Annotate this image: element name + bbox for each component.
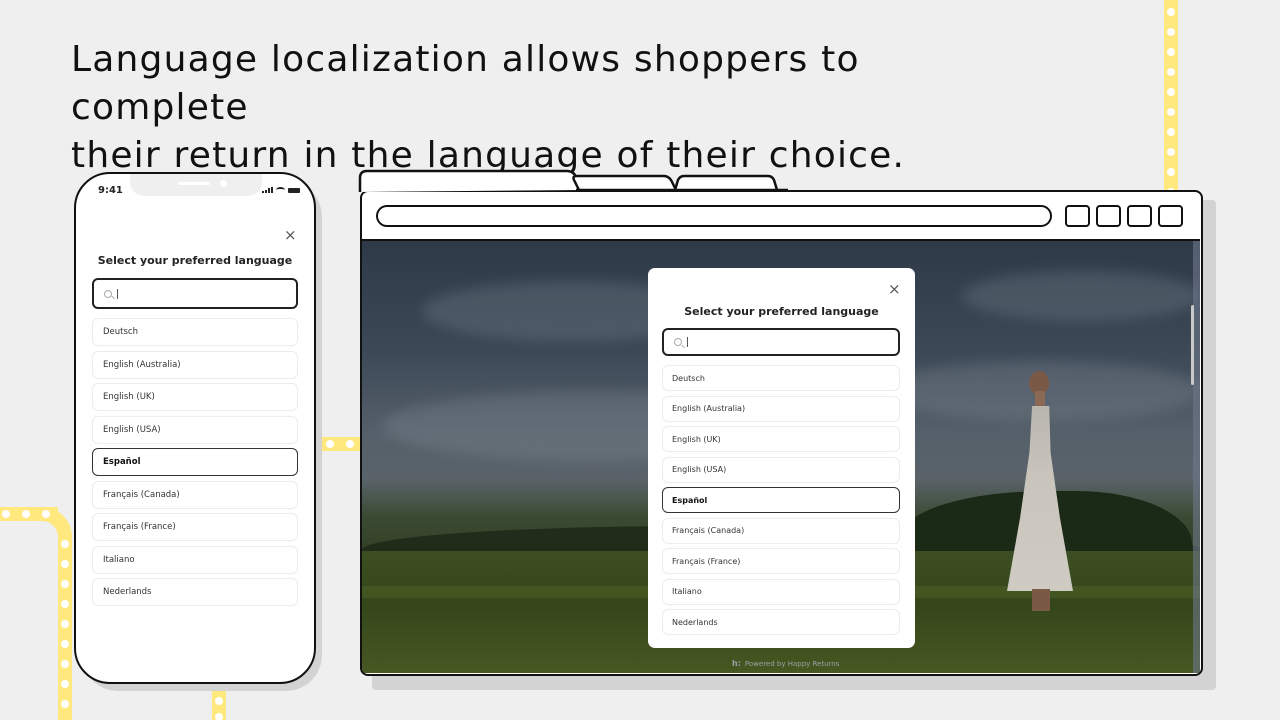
powered-by-footer: h: Powered by Happy Returns <box>732 659 839 668</box>
language-option[interactable]: Français (Canada) <box>662 517 900 544</box>
language-option[interactable]: English (UK) <box>92 383 298 411</box>
track-dot <box>1167 28 1175 36</box>
window-button-3[interactable] <box>1127 205 1152 227</box>
track-dot <box>2 510 10 518</box>
track-dot <box>1167 8 1175 16</box>
language-option[interactable]: English (UK) <box>662 426 900 452</box>
track-dot <box>61 540 69 548</box>
language-option[interactable]: English (Australia) <box>662 395 900 422</box>
track-dot <box>61 680 69 688</box>
happy-returns-logo-icon: h: <box>732 659 741 668</box>
track-dot <box>61 700 69 708</box>
browser-tab-2 <box>572 174 678 191</box>
modal-title: Select your preferred language <box>684 305 879 318</box>
language-option[interactable]: Deutsch <box>92 318 298 346</box>
status-time: 9:41 <box>98 185 123 196</box>
window-button-1[interactable] <box>1065 205 1090 227</box>
language-option[interactable]: English (USA) <box>662 456 900 483</box>
track-dot <box>1167 48 1175 56</box>
track-dot <box>61 560 69 568</box>
battery-icon <box>288 188 300 193</box>
language-option-selected[interactable]: Español <box>92 448 298 476</box>
language-option[interactable]: Français (France) <box>92 513 298 541</box>
language-list: Deutsch English (Australia) English (UK)… <box>92 318 298 606</box>
text-cursor <box>117 288 118 299</box>
track-dot <box>1167 108 1175 116</box>
language-option[interactable]: English (Australia) <box>92 350 298 379</box>
headline: Language localization allows shoppers to… <box>71 36 1031 180</box>
language-modal: × Select your preferred language Deutsch… <box>648 268 915 648</box>
text-cursor <box>687 337 688 347</box>
language-search-input[interactable] <box>92 278 298 309</box>
track-dot <box>42 510 50 518</box>
track-dot <box>215 697 223 705</box>
model-neck <box>1035 391 1045 408</box>
search-icon <box>674 338 682 346</box>
track-dot <box>215 713 223 720</box>
track-dot <box>1167 168 1175 176</box>
language-option[interactable]: English (USA) <box>92 415 298 444</box>
language-option-selected[interactable]: Español <box>662 487 900 513</box>
track-dot <box>61 640 69 648</box>
cloud <box>962 271 1200 321</box>
track-dot <box>61 580 69 588</box>
browser-tab-active <box>358 169 585 192</box>
phone-notch <box>130 174 262 196</box>
track-dot <box>61 620 69 628</box>
track-dot <box>326 440 334 448</box>
language-list: Deutsch English (Australia) English (UK)… <box>662 365 900 635</box>
language-option[interactable]: Nederlands <box>662 609 900 635</box>
model-legs <box>1032 589 1050 611</box>
language-option[interactable]: Italiano <box>662 578 900 605</box>
decorative-track-left-vertical <box>58 550 72 720</box>
modal-title: Select your preferred language <box>97 254 293 267</box>
window-button-2[interactable] <box>1096 205 1121 227</box>
language-option[interactable]: Français (France) <box>662 548 900 574</box>
browser-window: × Select your preferred language Deutsch… <box>360 190 1203 676</box>
track-dot <box>1167 128 1175 136</box>
close-icon[interactable]: × <box>284 228 297 243</box>
language-option[interactable]: Nederlands <box>92 578 298 606</box>
window-button-4[interactable] <box>1158 205 1183 227</box>
powered-by-text: Powered by Happy Returns <box>744 659 840 668</box>
language-option[interactable]: Français (Canada) <box>92 480 298 509</box>
scrollbar-thumb[interactable] <box>1191 305 1194 385</box>
status-icons <box>262 187 300 193</box>
close-icon[interactable]: × <box>888 282 901 297</box>
browser-tabs <box>358 169 788 192</box>
phone-mockup: 9:41 × Select your preferred language De… <box>74 172 316 684</box>
track-dot <box>1167 88 1175 96</box>
search-icon <box>104 289 112 298</box>
browser-viewport: × Select your preferred language Deutsch… <box>362 239 1200 673</box>
language-option[interactable]: Italiano <box>92 545 298 574</box>
track-dot <box>61 660 69 668</box>
language-option[interactable]: Deutsch <box>662 365 900 391</box>
track-dot <box>22 510 30 518</box>
signal-icon <box>262 187 273 193</box>
track-dot <box>346 440 354 448</box>
browser-tab-3 <box>673 174 779 191</box>
notch-speaker <box>178 182 210 185</box>
track-dot <box>61 600 69 608</box>
language-search-input[interactable] <box>662 328 900 356</box>
notch-camera <box>220 180 227 187</box>
scrollbar-track[interactable] <box>1193 241 1200 673</box>
headline-line-1: Language localization allows shoppers to… <box>71 39 860 128</box>
track-dot <box>1167 148 1175 156</box>
address-bar[interactable] <box>376 205 1052 227</box>
track-dot <box>1167 68 1175 76</box>
wifi-icon <box>276 187 285 193</box>
